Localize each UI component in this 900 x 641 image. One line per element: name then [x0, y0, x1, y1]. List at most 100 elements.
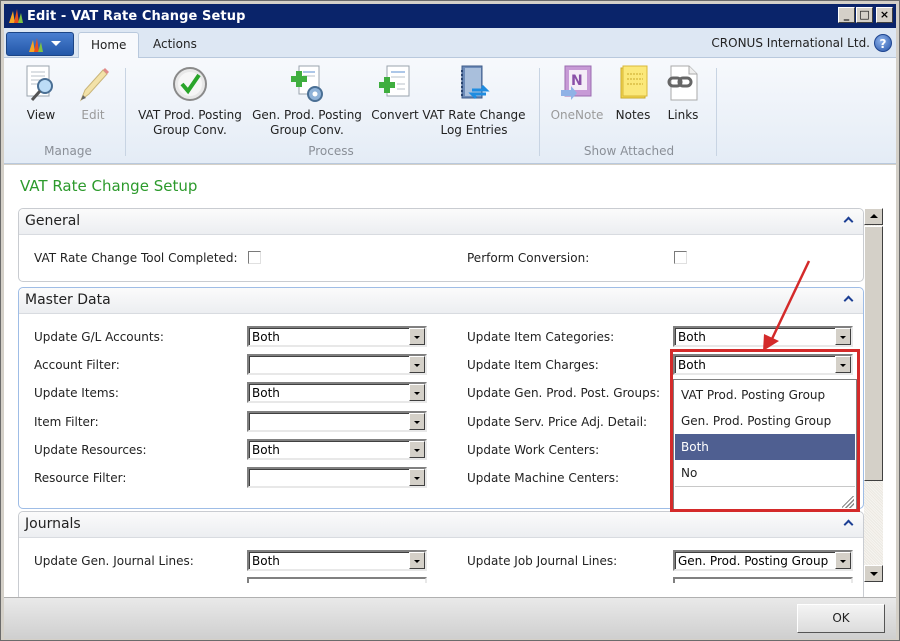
- application-menu-button[interactable]: [6, 32, 74, 56]
- vat-rate-change-log-entries-button[interactable]: VAT Rate Change Log Entries: [422, 64, 526, 138]
- resource-filter-label: Resource Filter:: [34, 471, 127, 485]
- dynamics-logo-icon: [29, 38, 43, 52]
- company-name: CRONUS International Ltd.: [711, 36, 870, 50]
- update-items-select[interactable]: Both: [247, 382, 427, 403]
- update-items-label: Update Items:: [34, 386, 119, 400]
- select-value: Both: [252, 554, 280, 568]
- links-label: Links: [667, 108, 699, 122]
- button-label-line1: Gen. Prod. Posting: [252, 108, 362, 122]
- tab-actions[interactable]: Actions: [141, 32, 209, 59]
- update-gl-accounts-select[interactable]: Both: [247, 326, 427, 347]
- link-icon: [665, 64, 701, 104]
- convert-label: Convert: [371, 108, 419, 122]
- account-filter-input[interactable]: [247, 354, 427, 375]
- select-value: Both: [252, 330, 280, 344]
- edit-button[interactable]: Edit: [70, 64, 116, 123]
- dropdown-arrow-icon[interactable]: [409, 384, 425, 401]
- resource-filter-input[interactable]: [247, 467, 427, 488]
- convert-button[interactable]: Convert: [369, 64, 421, 123]
- update-gen-journal-lines-label: Update Gen. Journal Lines:: [34, 554, 194, 568]
- update-work-centers-label: Update Work Centers:: [467, 443, 600, 457]
- group-label-show-attached: Show Attached: [583, 144, 675, 158]
- perform-conversion-checkbox[interactable]: [674, 251, 687, 264]
- dropdown-arrow-icon[interactable]: [409, 552, 425, 569]
- window-title: Edit - VAT Rate Change Setup: [27, 8, 246, 24]
- fasttab-header-journals[interactable]: Journals: [19, 512, 863, 538]
- dropdown-arrow-icon[interactable]: [835, 328, 851, 345]
- update-resources-select[interactable]: Both: [247, 439, 427, 460]
- dropdown-arrow-icon[interactable]: [409, 413, 425, 430]
- section-title: Journals: [25, 516, 81, 532]
- fasttab-header-general[interactable]: General: [19, 209, 863, 235]
- select-value: Both: [252, 386, 280, 400]
- update-job-journal-lines-label: Update Job Journal Lines:: [467, 554, 618, 568]
- view-button[interactable]: View: [18, 64, 64, 123]
- notes-button[interactable]: Notes: [613, 64, 653, 123]
- update-machine-centers-label: Update Machine Centers:: [467, 471, 620, 485]
- onenote-icon: N: [559, 64, 595, 104]
- fasttab-header-master-data[interactable]: Master Data: [19, 288, 863, 314]
- dropdown-arrow-icon[interactable]: [835, 552, 851, 569]
- pencil-icon: [75, 64, 111, 104]
- vat-rate-change-tool-completed-label: VAT Rate Change Tool Completed:: [34, 251, 238, 265]
- item-filter-input[interactable]: [247, 411, 427, 432]
- button-label-line2: Group Conv.: [270, 123, 344, 137]
- minimize-button[interactable]: _: [838, 7, 855, 23]
- checkmark-circle-icon: [172, 64, 208, 104]
- dropdown-arrow-icon[interactable]: [409, 469, 425, 486]
- dropdown-arrow-icon[interactable]: [409, 328, 425, 345]
- account-filter-label: Account Filter:: [34, 358, 120, 372]
- select-value: Both: [678, 330, 706, 344]
- view-label: View: [26, 108, 56, 122]
- view-document-icon: [23, 64, 59, 104]
- vat-prod-posting-group-conv-button[interactable]: VAT Prod. Posting Group Conv.: [135, 64, 245, 138]
- ribbon-separator: [716, 68, 717, 156]
- maximize-button[interactable]: □: [856, 7, 873, 23]
- vat-rate-change-tool-completed-checkbox[interactable]: [248, 251, 261, 264]
- update-job-journal-lines-select[interactable]: Gen. Prod. Posting Group: [673, 550, 853, 571]
- footer-bar: OK: [4, 597, 896, 639]
- section-title: General: [25, 213, 81, 229]
- close-button[interactable]: ×: [876, 7, 893, 23]
- select-value: Gen. Prod. Posting Group: [678, 554, 829, 568]
- scroll-thumb[interactable]: [864, 226, 883, 481]
- edit-label: Edit: [81, 108, 105, 122]
- svg-text:N: N: [571, 73, 583, 89]
- chevron-up-icon[interactable]: [843, 517, 855, 529]
- group-label-manage: Manage: [44, 144, 92, 158]
- update-resources-label: Update Resources:: [34, 443, 147, 457]
- onenote-button[interactable]: N OneNote: [549, 64, 605, 123]
- ribbon-separator: [539, 68, 540, 156]
- scroll-up-button[interactable]: [864, 208, 883, 225]
- button-label-line2: Group Conv.: [153, 123, 227, 137]
- chevron-up-icon[interactable]: [843, 293, 855, 305]
- tab-home[interactable]: Home: [78, 32, 140, 59]
- update-item-categories-select[interactable]: Both: [673, 326, 853, 347]
- vertical-scrollbar[interactable]: [864, 208, 883, 582]
- update-gl-accounts-label: Update G/L Accounts:: [34, 330, 164, 344]
- page-title: VAT Rate Change Setup: [20, 177, 198, 195]
- log-entries-icon: [456, 64, 492, 104]
- select-value: Both: [252, 443, 280, 457]
- document-add-gear-icon: [289, 64, 325, 104]
- ribbon: View Edit Manage VAT Prod. Posting Group…: [4, 58, 896, 164]
- annotation-highlight-box: [670, 349, 860, 512]
- dynamics-logo-icon: [7, 7, 25, 25]
- update-gen-journal-lines-select[interactable]: Both: [247, 550, 427, 571]
- dropdown-arrow-icon[interactable]: [409, 441, 425, 458]
- button-label-line1: VAT Rate Change: [422, 108, 526, 122]
- scroll-down-button[interactable]: [864, 565, 883, 582]
- partially-visible-select: [247, 577, 427, 583]
- links-button[interactable]: Links: [664, 64, 702, 123]
- gen-prod-posting-group-conv-button[interactable]: Gen. Prod. Posting Group Conv.: [251, 64, 363, 138]
- group-label-process: Process: [308, 144, 354, 158]
- update-item-categories-label: Update Item Categories:: [467, 330, 615, 344]
- ribbon-tab-row: Home Actions CRONUS International Ltd. ?: [4, 28, 896, 59]
- chevron-up-icon[interactable]: [843, 214, 855, 226]
- notes-icon: [615, 64, 651, 104]
- dropdown-arrow-icon[interactable]: [409, 356, 425, 373]
- help-icon[interactable]: ?: [874, 34, 892, 52]
- ok-button[interactable]: OK: [797, 604, 885, 633]
- perform-conversion-label: Perform Conversion:: [467, 251, 590, 265]
- update-item-charges-label: Update Item Charges:: [467, 358, 599, 372]
